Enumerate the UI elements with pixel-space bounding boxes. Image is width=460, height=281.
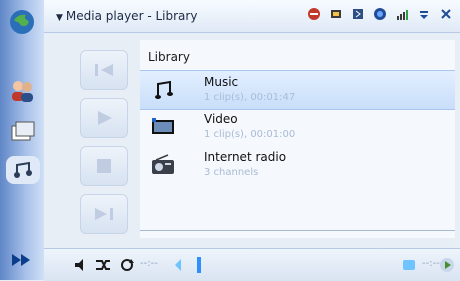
time-left: --:-- <box>140 258 158 269</box>
item-sub: 1 clip(s), 00:01:00 <box>204 129 296 140</box>
app-switcher-bar <box>0 0 44 280</box>
playback-state-icon[interactable] <box>438 256 456 274</box>
media-app-icon[interactable] <box>6 156 40 184</box>
connectivity-icon[interactable] <box>372 6 388 22</box>
item-sub: 3 channels <box>204 167 259 178</box>
divider <box>140 230 455 231</box>
previous-icon <box>95 64 113 76</box>
shuffle-icon[interactable] <box>94 256 112 274</box>
previous-track-button[interactable] <box>80 50 128 90</box>
bottom-toolbar: --:-- --:-- <box>44 248 460 281</box>
battery-icon[interactable] <box>328 6 344 22</box>
playback-controls <box>70 40 134 238</box>
library-item-video[interactable]: Video 1 clip(s), 00:01:00 <box>140 108 455 146</box>
library-title: Library <box>148 50 190 64</box>
next-track-button[interactable] <box>80 194 128 234</box>
stop-icon <box>97 159 111 173</box>
progress-marker-icon[interactable] <box>190 256 208 274</box>
equalizer-icon[interactable] <box>400 256 418 274</box>
item-sub: 1 clip(s), 00:01:47 <box>204 92 296 103</box>
radio-icon <box>150 152 176 178</box>
play-button[interactable] <box>80 98 128 138</box>
library-item-music[interactable]: Music 1 clip(s), 00:01:47 <box>140 70 455 110</box>
seek-handle-icon[interactable] <box>170 256 188 274</box>
fast-forward-icon[interactable] <box>6 244 38 276</box>
bluetooth-icon[interactable] <box>350 6 366 22</box>
stop-button[interactable] <box>80 146 128 186</box>
no-entry-icon[interactable] <box>306 6 322 22</box>
title-bar: ▼ Media player - Library <box>44 0 460 33</box>
globe-icon[interactable] <box>6 6 38 38</box>
music-note-icon <box>150 77 176 103</box>
signal-icon[interactable] <box>394 6 410 22</box>
item-label: Internet radio <box>204 150 287 164</box>
library-panel: Library Music 1 clip(s), 00:01:47 Video … <box>140 40 455 238</box>
minimize-icon[interactable] <box>416 6 432 22</box>
menu-arrow-icon: ▼ <box>56 13 63 23</box>
repeat-icon[interactable] <box>118 256 136 274</box>
video-icon <box>150 114 176 140</box>
close-icon[interactable] <box>438 6 454 22</box>
next-icon <box>95 208 113 220</box>
play-icon <box>98 111 112 125</box>
item-label: Video <box>204 112 238 126</box>
item-label: Music <box>204 75 239 89</box>
windows-icon[interactable] <box>6 116 38 148</box>
library-item-internet-radio[interactable]: Internet radio 3 channels <box>140 146 455 184</box>
volume-icon[interactable] <box>72 256 90 274</box>
window-title[interactable]: ▼ Media player - Library <box>56 9 197 23</box>
status-icons <box>306 6 454 22</box>
contacts-icon[interactable] <box>6 74 38 106</box>
